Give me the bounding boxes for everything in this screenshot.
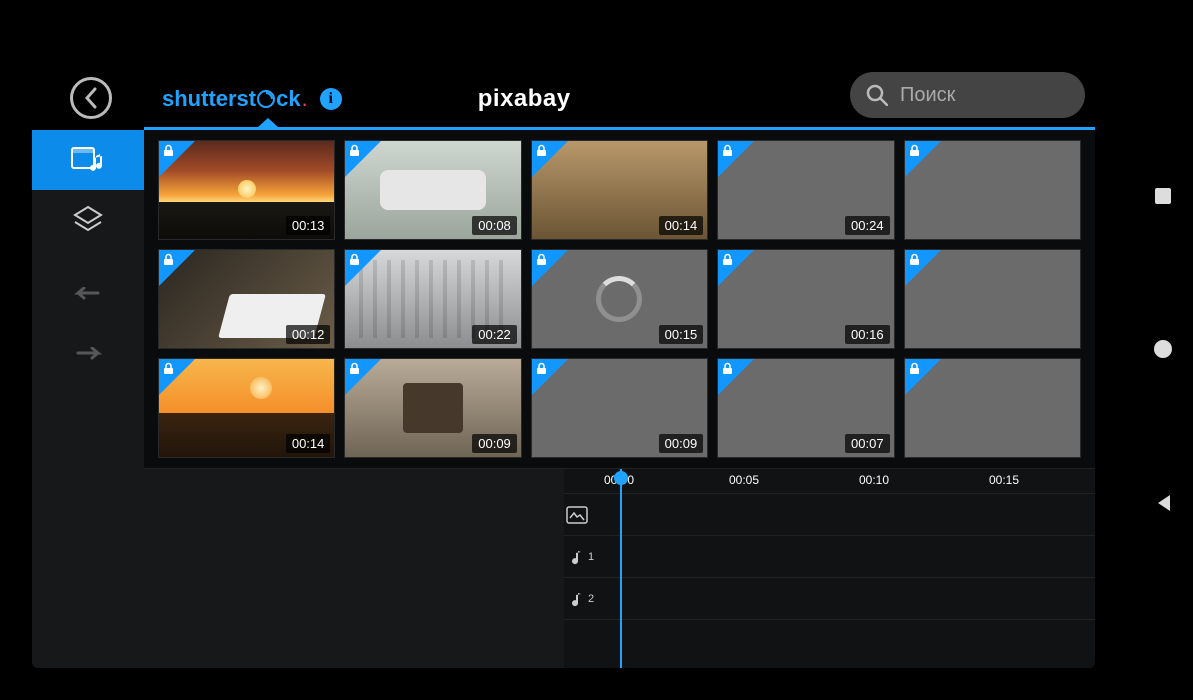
nav-recent-icon[interactable] xyxy=(1153,186,1173,206)
lock-icon xyxy=(348,253,361,266)
clip-duration: 00:15 xyxy=(659,325,704,344)
clip-item[interactable]: 00:12 xyxy=(158,249,335,349)
clip-duration: 00:07 xyxy=(845,434,890,453)
clip-item[interactable]: 00:07 xyxy=(717,358,894,458)
media-music-icon xyxy=(70,144,106,176)
clip-item[interactable]: 00:15 xyxy=(531,249,708,349)
clip-item[interactable]: 00:22 xyxy=(344,249,521,349)
search-icon xyxy=(866,84,888,106)
video-track-icon xyxy=(566,506,588,524)
tab-shutterstock-label: shutterstck xyxy=(162,86,301,112)
ruler-tick-3: 00:15 xyxy=(989,473,1019,487)
lock-icon xyxy=(535,362,548,375)
audio-track-2-num: 2 xyxy=(588,593,594,605)
timeline-left-spacer xyxy=(144,469,564,668)
nav-back-icon[interactable] xyxy=(1152,492,1174,514)
clip-duration: 00:09 xyxy=(472,434,517,453)
tab-pixabay[interactable]: pixabay xyxy=(460,71,589,127)
clip-grid: 00:13 00:08 00:14 00:24 00:12 00:22 00:15 00:16… xyxy=(144,130,1095,468)
clip-duration: 00:14 xyxy=(286,434,331,453)
timeline-ruler[interactable]: 00:00 00:05 00:10 00:15 xyxy=(564,469,1095,493)
clip-duration: 00:22 xyxy=(472,325,517,344)
sidebar-undo[interactable] xyxy=(32,268,144,328)
sidebar-redo[interactable] xyxy=(32,328,144,388)
clip-duration: 00:24 xyxy=(845,216,890,235)
clip-item[interactable]: 00:09 xyxy=(531,358,708,458)
tab-shutterstock[interactable]: shutterstck. i xyxy=(144,71,360,127)
sidebar-layers[interactable] xyxy=(32,190,144,250)
audio-track-2-icon: 2 xyxy=(566,590,594,608)
timeline-tracks[interactable]: 00:00 00:05 00:10 00:15 1 xyxy=(564,469,1095,668)
android-nav-bar xyxy=(1133,0,1193,700)
lock-icon xyxy=(535,253,548,266)
back-button[interactable] xyxy=(70,77,112,119)
chevron-left-icon xyxy=(82,86,100,110)
clip-duration: 00:16 xyxy=(845,325,890,344)
search-input[interactable] xyxy=(900,84,1050,107)
clip-item[interactable]: 00:16 xyxy=(717,249,894,349)
nav-home-icon[interactable] xyxy=(1152,338,1174,360)
clip-item[interactable]: 00:14 xyxy=(158,358,335,458)
lock-icon xyxy=(162,253,175,266)
shutterstock-dot-icon: . xyxy=(302,86,308,112)
lock-icon xyxy=(162,362,175,375)
clip-duration: 00:08 xyxy=(472,216,517,235)
lock-icon xyxy=(908,253,921,266)
lock-icon xyxy=(908,144,921,157)
track-empty[interactable] xyxy=(564,619,1095,655)
clip-item[interactable] xyxy=(904,249,1081,349)
track-video[interactable] xyxy=(564,493,1095,535)
undo-icon xyxy=(72,287,104,309)
clip-item[interactable]: 00:14 xyxy=(531,140,708,240)
ruler-tick-2: 00:10 xyxy=(859,473,889,487)
lock-icon xyxy=(162,144,175,157)
sidebar xyxy=(32,130,144,668)
lock-icon xyxy=(348,362,361,375)
clip-item[interactable] xyxy=(904,140,1081,240)
app-window: shutterstck. i pixabay xyxy=(32,32,1095,668)
clip-duration: 00:14 xyxy=(659,216,704,235)
clip-duration: 00:09 xyxy=(659,434,704,453)
lock-icon xyxy=(721,144,734,157)
lock-icon xyxy=(908,362,921,375)
lock-icon xyxy=(721,362,734,375)
lock-icon xyxy=(721,253,734,266)
ruler-tick-1: 00:05 xyxy=(729,473,759,487)
clip-item[interactable]: 00:08 xyxy=(344,140,521,240)
timeline[interactable]: 00:00 00:05 00:10 00:15 1 xyxy=(144,468,1095,668)
clip-item[interactable]: 00:24 xyxy=(717,140,894,240)
playhead[interactable] xyxy=(620,469,622,668)
layers-icon xyxy=(71,203,105,237)
redo-icon xyxy=(72,347,104,369)
audio-track-1-icon: 1 xyxy=(566,548,594,566)
lock-icon xyxy=(348,144,361,157)
search-box[interactable] xyxy=(850,72,1085,118)
active-tab-arrow-icon xyxy=(258,118,278,127)
sidebar-media-library[interactable] xyxy=(32,130,144,190)
tab-pixabay-label: pixabay xyxy=(478,85,571,113)
clip-duration: 00:12 xyxy=(286,325,331,344)
info-icon[interactable]: i xyxy=(320,88,342,110)
audio-track-1-num: 1 xyxy=(588,551,594,563)
clip-duration: 00:13 xyxy=(286,216,331,235)
track-audio-2[interactable]: 2 xyxy=(564,577,1095,619)
lock-icon xyxy=(535,144,548,157)
clip-item[interactable] xyxy=(904,358,1081,458)
track-audio-1[interactable]: 1 xyxy=(564,535,1095,577)
main-panel: 00:13 00:08 00:14 00:24 00:12 00:22 00:15 00:16… xyxy=(144,130,1095,668)
clip-item[interactable]: 00:13 xyxy=(158,140,335,240)
shutterstock-logo-icon xyxy=(256,89,276,109)
clip-item[interactable]: 00:09 xyxy=(344,358,521,458)
